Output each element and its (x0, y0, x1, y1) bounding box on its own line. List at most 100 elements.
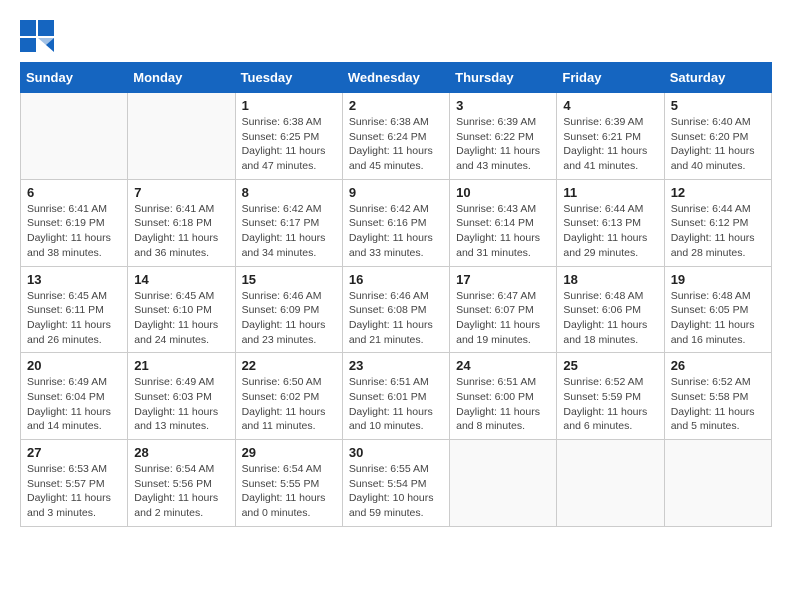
day-info: Sunrise: 6:55 AM Sunset: 5:54 PM Dayligh… (349, 462, 443, 521)
calendar-cell: 21 Sunrise: 6:49 AM Sunset: 6:03 PM Dayli… (128, 353, 235, 440)
day-info: Sunrise: 6:51 AM Sunset: 6:00 PM Dayligh… (456, 375, 550, 434)
calendar-cell: 3Sunrise: 6:39 AM Sunset: 6:22 PM Daylig… (450, 93, 557, 180)
calendar-cell: 13 Sunrise: 6:45 AM Sunset: 6:11 PM Dayli… (21, 266, 128, 353)
day-number: 14 (134, 272, 228, 287)
day-header-monday: Monday (128, 63, 235, 93)
day-info: Sunrise: 6:42 AM Sunset: 6:16 PM Dayligh… (349, 202, 443, 261)
day-number: 22 (242, 358, 336, 373)
day-number: 23 (349, 358, 443, 373)
day-info: Sunrise: 6:45 AM Sunset: 6:11 PM Dayligh… (27, 289, 121, 348)
day-header-saturday: Saturday (664, 63, 771, 93)
day-number: 2 (349, 98, 443, 113)
calendar-week-2: 6 Sunrise: 6:41 AM Sunset: 6:19 PM Daylig… (21, 179, 772, 266)
day-number: 3 (456, 98, 550, 113)
calendar-cell (664, 440, 771, 527)
calendar-cell: 15 Sunrise: 6:46 AM Sunset: 6:09 PM Dayli… (235, 266, 342, 353)
day-info: Sunrise: 6:54 AM Sunset: 5:55 PM Dayligh… (242, 462, 336, 521)
calendar-cell: 1Sunrise: 6:38 AM Sunset: 6:25 PM Daylig… (235, 93, 342, 180)
day-info: Sunrise: 6:46 AM Sunset: 6:08 PM Dayligh… (349, 289, 443, 348)
calendar-cell: 6 Sunrise: 6:41 AM Sunset: 6:19 PM Daylig… (21, 179, 128, 266)
logo-area (20, 20, 58, 52)
calendar-cell: 4 Sunrise: 6:39 AM Sunset: 6:21 PM Daylig… (557, 93, 664, 180)
day-number: 10 (456, 185, 550, 200)
calendar-cell: 8Sunrise: 6:42 AM Sunset: 6:17 PM Daylig… (235, 179, 342, 266)
day-number: 27 (27, 445, 121, 460)
day-info: Sunrise: 6:52 AM Sunset: 5:59 PM Dayligh… (563, 375, 657, 434)
day-number: 28 (134, 445, 228, 460)
calendar-cell: 30 Sunrise: 6:55 AM Sunset: 5:54 PM Dayli… (342, 440, 449, 527)
calendar-cell: 17Sunrise: 6:47 AM Sunset: 6:07 PM Dayli… (450, 266, 557, 353)
calendar-body: 1Sunrise: 6:38 AM Sunset: 6:25 PM Daylig… (21, 93, 772, 527)
calendar-cell: 20 Sunrise: 6:49 AM Sunset: 6:04 PM Dayli… (21, 353, 128, 440)
calendar-cell: 12 Sunrise: 6:44 AM Sunset: 6:12 PM Dayli… (664, 179, 771, 266)
calendar-table: SundayMondayTuesdayWednesdayThursdayFrid… (20, 62, 772, 527)
calendar-cell: 11Sunrise: 6:44 AM Sunset: 6:13 PM Dayli… (557, 179, 664, 266)
day-number: 16 (349, 272, 443, 287)
day-number: 4 (563, 98, 657, 113)
calendar-week-4: 20 Sunrise: 6:49 AM Sunset: 6:04 PM Dayli… (21, 353, 772, 440)
day-number: 11 (563, 185, 657, 200)
calendar-cell: 28 Sunrise: 6:54 AM Sunset: 5:56 PM Dayli… (128, 440, 235, 527)
day-info: Sunrise: 6:38 AM Sunset: 6:24 PM Dayligh… (349, 115, 443, 174)
calendar-cell: 7 Sunrise: 6:41 AM Sunset: 6:18 PM Daylig… (128, 179, 235, 266)
calendar-cell: 5 Sunrise: 6:40 AM Sunset: 6:20 PM Daylig… (664, 93, 771, 180)
day-info: Sunrise: 6:52 AM Sunset: 5:58 PM Dayligh… (671, 375, 765, 434)
calendar-week-3: 13 Sunrise: 6:45 AM Sunset: 6:11 PM Dayli… (21, 266, 772, 353)
day-number: 26 (671, 358, 765, 373)
day-number: 25 (563, 358, 657, 373)
calendar-cell: 14Sunrise: 6:45 AM Sunset: 6:10 PM Dayli… (128, 266, 235, 353)
calendar-week-5: 27 Sunrise: 6:53 AM Sunset: 5:57 PM Dayli… (21, 440, 772, 527)
day-header-thursday: Thursday (450, 63, 557, 93)
day-info: Sunrise: 6:41 AM Sunset: 6:18 PM Dayligh… (134, 202, 228, 261)
day-number: 6 (27, 185, 121, 200)
day-number: 1 (242, 98, 336, 113)
day-number: 30 (349, 445, 443, 460)
calendar-cell: 2 Sunrise: 6:38 AM Sunset: 6:24 PM Daylig… (342, 93, 449, 180)
calendar-cell: 18 Sunrise: 6:48 AM Sunset: 6:06 PM Dayli… (557, 266, 664, 353)
day-number: 29 (242, 445, 336, 460)
calendar-cell: 29 Sunrise: 6:54 AM Sunset: 5:55 PM Dayli… (235, 440, 342, 527)
day-number: 9 (349, 185, 443, 200)
day-info: Sunrise: 6:50 AM Sunset: 6:02 PM Dayligh… (242, 375, 336, 434)
calendar-cell: 9 Sunrise: 6:42 AM Sunset: 6:16 PM Daylig… (342, 179, 449, 266)
day-info: Sunrise: 6:46 AM Sunset: 6:09 PM Dayligh… (242, 289, 336, 348)
day-header-friday: Friday (557, 63, 664, 93)
day-info: Sunrise: 6:42 AM Sunset: 6:17 PM Dayligh… (242, 202, 336, 261)
day-number: 21 (134, 358, 228, 373)
day-info: Sunrise: 6:43 AM Sunset: 6:14 PM Dayligh… (456, 202, 550, 261)
day-info: Sunrise: 6:44 AM Sunset: 6:12 PM Dayligh… (671, 202, 765, 261)
day-info: Sunrise: 6:49 AM Sunset: 6:04 PM Dayligh… (27, 375, 121, 434)
day-header-sunday: Sunday (21, 63, 128, 93)
calendar-cell (21, 93, 128, 180)
calendar-cell: 10 Sunrise: 6:43 AM Sunset: 6:14 PM Dayli… (450, 179, 557, 266)
day-info: Sunrise: 6:40 AM Sunset: 6:20 PM Dayligh… (671, 115, 765, 174)
day-number: 7 (134, 185, 228, 200)
day-number: 20 (27, 358, 121, 373)
calendar-cell: 22 Sunrise: 6:50 AM Sunset: 6:02 PM Dayli… (235, 353, 342, 440)
day-info: Sunrise: 6:41 AM Sunset: 6:19 PM Dayligh… (27, 202, 121, 261)
calendar-cell: 25 Sunrise: 6:52 AM Sunset: 5:59 PM Dayli… (557, 353, 664, 440)
day-number: 18 (563, 272, 657, 287)
day-info: Sunrise: 6:54 AM Sunset: 5:56 PM Dayligh… (134, 462, 228, 521)
day-info: Sunrise: 6:48 AM Sunset: 6:06 PM Dayligh… (563, 289, 657, 348)
day-number: 5 (671, 98, 765, 113)
day-info: Sunrise: 6:51 AM Sunset: 6:01 PM Dayligh… (349, 375, 443, 434)
calendar-cell (450, 440, 557, 527)
calendar-cell: 19 Sunrise: 6:48 AM Sunset: 6:05 PM Dayli… (664, 266, 771, 353)
day-info: Sunrise: 6:53 AM Sunset: 5:57 PM Dayligh… (27, 462, 121, 521)
day-info: Sunrise: 6:47 AM Sunset: 6:07 PM Dayligh… (456, 289, 550, 348)
day-header-tuesday: Tuesday (235, 63, 342, 93)
calendar-cell: 26 Sunrise: 6:52 AM Sunset: 5:58 PM Dayli… (664, 353, 771, 440)
day-info: Sunrise: 6:39 AM Sunset: 6:21 PM Dayligh… (563, 115, 657, 174)
day-number: 24 (456, 358, 550, 373)
day-number: 12 (671, 185, 765, 200)
day-number: 19 (671, 272, 765, 287)
day-info: Sunrise: 6:48 AM Sunset: 6:05 PM Dayligh… (671, 289, 765, 348)
general-blue-logo-icon (20, 20, 56, 52)
calendar-week-1: 1Sunrise: 6:38 AM Sunset: 6:25 PM Daylig… (21, 93, 772, 180)
day-header-wednesday: Wednesday (342, 63, 449, 93)
calendar-cell: 23 Sunrise: 6:51 AM Sunset: 6:01 PM Dayli… (342, 353, 449, 440)
day-number: 15 (242, 272, 336, 287)
day-info: Sunrise: 6:49 AM Sunset: 6:03 PM Dayligh… (134, 375, 228, 434)
day-number: 13 (27, 272, 121, 287)
